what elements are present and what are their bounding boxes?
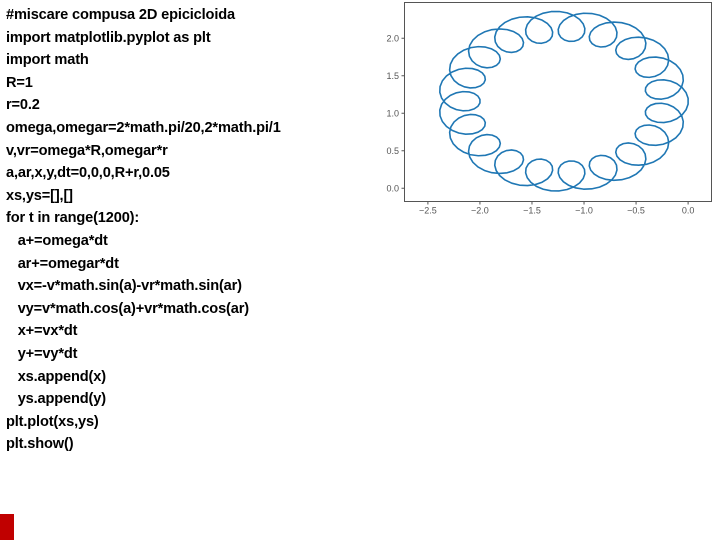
code-line: ar+=omegar*dt — [6, 255, 119, 272]
y-tick-label: 1.0 — [386, 108, 399, 118]
code-line: plt.show() — [6, 436, 74, 453]
code-line: y+=vy*dt — [6, 345, 78, 362]
code-line: for t in range(1200): — [6, 210, 140, 227]
code-line: xs,ys=[],[] — [6, 187, 73, 204]
x-tick-label: −1.0 — [575, 206, 593, 216]
x-tick-label: −2.0 — [471, 206, 489, 216]
code-line: r=0.2 — [6, 97, 40, 114]
y-tick-label: 2.0 — [386, 33, 399, 43]
y-tick-label: 0.0 — [386, 183, 399, 193]
x-tick-label: −1.5 — [523, 206, 541, 216]
code-line: plt.plot(xs,ys) — [6, 413, 99, 430]
slide-canvas: #miscare compusa 2D epicicloida import m… — [0, 0, 720, 540]
code-line: x+=vx*dt — [6, 323, 78, 340]
code-line: import math — [6, 52, 89, 69]
x-axis-tick-labels: −2.5 −2.0 −1.5 −1.0 −0.5 0.0 — [419, 206, 694, 216]
matplotlib-figure: 0.0 0.5 1.0 1.5 2.0 −2.5 −2.0 −1.5 −1.0 −0.5 0.0 — [360, 0, 720, 216]
code-line: vy=v*math.cos(a)+vr*math.cos(ar) — [6, 300, 249, 317]
y-tick-label: 1.5 — [386, 71, 399, 81]
code-line: R=1 — [6, 74, 33, 91]
x-tick-label: −2.5 — [419, 206, 437, 216]
code-line: #miscare compusa 2D epicicloida — [6, 7, 235, 23]
x-tick-label: 0.0 — [682, 206, 695, 216]
y-axis-tick-labels: 0.0 0.5 1.0 1.5 2.0 — [386, 33, 399, 193]
code-line: a,ar,x,y,dt=0,0,0,R+r,0.05 — [6, 165, 170, 182]
code-line: import matplotlib.pyplot as plt — [6, 29, 211, 46]
x-tick-label: −0.5 — [627, 206, 645, 216]
code-line: a+=omega*dt — [6, 232, 108, 249]
code-listing: #miscare compusa 2D epicicloida import m… — [6, 4, 356, 456]
code-line: vx=-v*math.sin(a)-vr*math.sin(ar) — [6, 278, 242, 295]
accent-bar — [0, 514, 14, 540]
epitrochoid-curve — [439, 10, 689, 192]
code-line: v,vr=omega*R,omegar*r — [6, 142, 168, 159]
plot-svg: 0.0 0.5 1.0 1.5 2.0 −2.5 −2.0 −1.5 −1.0 −0.5 0.0 — [386, 2, 712, 216]
code-line: ys.append(y) — [6, 391, 106, 408]
code-line: omega,omegar=2*math.pi/20,2*math.pi/1 — [6, 119, 281, 136]
y-tick-label: 0.5 — [386, 146, 399, 156]
code-line: xs.append(x) — [6, 368, 106, 385]
